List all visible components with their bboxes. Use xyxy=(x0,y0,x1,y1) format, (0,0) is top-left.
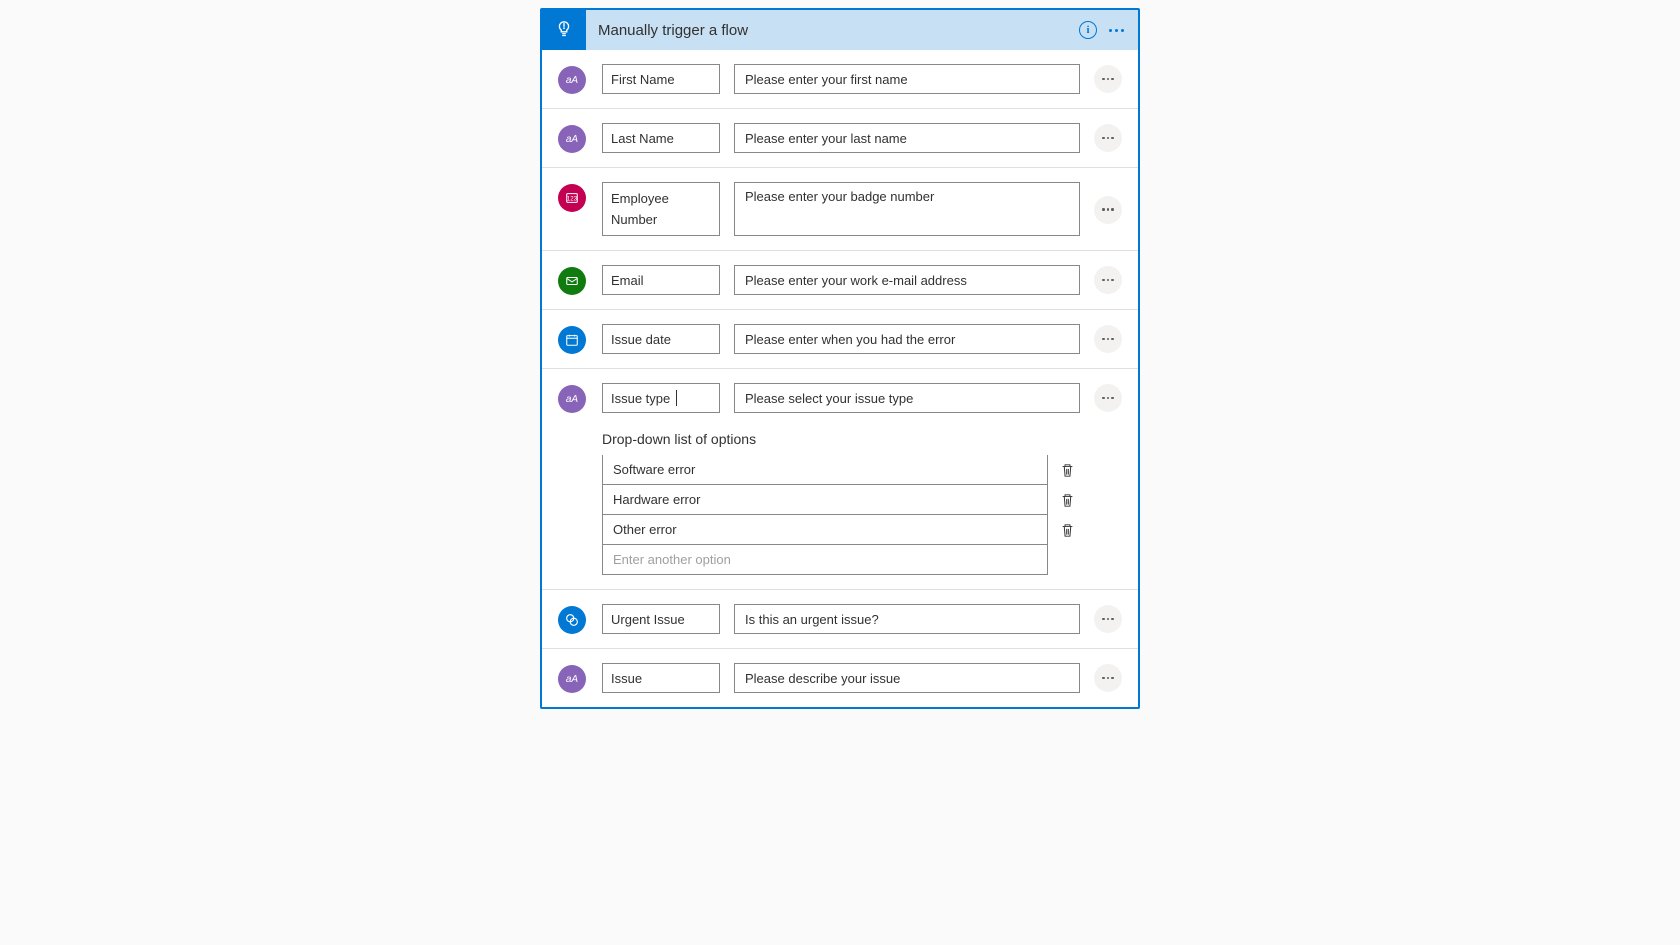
info-icon: i xyxy=(1079,21,1097,39)
trash-icon xyxy=(1061,493,1074,508)
row-more-button[interactable] xyxy=(1094,605,1122,633)
text-cursor xyxy=(676,390,677,406)
dropdown-option-input[interactable]: Hardware error xyxy=(602,485,1048,515)
more-icon xyxy=(1109,29,1124,32)
input-label[interactable]: First Name xyxy=(602,64,720,94)
input-label[interactable]: Issue xyxy=(602,663,720,693)
input-row: Email Please enter your work e-mail addr… xyxy=(542,251,1138,310)
input-description[interactable]: Is this an urgent issue? xyxy=(734,604,1080,634)
dropdown-option-row: Software error xyxy=(602,455,1080,485)
dropdown-option-row-new: Enter another option xyxy=(602,545,1080,575)
text-type-icon: aA xyxy=(558,385,586,413)
row-more-button[interactable] xyxy=(1094,384,1122,412)
row-more-button[interactable] xyxy=(1094,124,1122,152)
trigger-icon xyxy=(542,10,586,50)
row-more-button[interactable] xyxy=(1094,325,1122,353)
input-row: Urgent Issue Is this an urgent issue? xyxy=(542,590,1138,649)
dropdown-section-title: Drop-down list of options xyxy=(602,431,1080,447)
input-description[interactable]: Please enter your badge number xyxy=(734,182,1080,236)
input-description[interactable]: Please enter your first name xyxy=(734,64,1080,94)
text-type-icon: aA xyxy=(558,665,586,693)
input-row: aA Issue type Please select your issue t… xyxy=(542,369,1138,590)
trash-icon xyxy=(1061,463,1074,478)
input-label[interactable]: Last Name xyxy=(602,123,720,153)
card-header[interactable]: Manually trigger a flow i xyxy=(542,10,1138,50)
row-more-button[interactable] xyxy=(1094,664,1122,692)
text-type-icon: aA xyxy=(558,66,586,94)
input-description[interactable]: Please describe your issue xyxy=(734,663,1080,693)
input-label[interactable]: Urgent Issue xyxy=(602,604,720,634)
input-description[interactable]: Please enter your last name xyxy=(734,123,1080,153)
dropdown-option-row: Other error xyxy=(602,515,1080,545)
delete-option-button[interactable] xyxy=(1054,485,1080,515)
input-description[interactable]: Please enter when you had the error xyxy=(734,324,1080,354)
dropdown-option-input[interactable]: Other error xyxy=(602,515,1048,545)
label-text: Issue type xyxy=(611,391,670,406)
input-description[interactable]: Please select your issue type xyxy=(734,383,1080,413)
dropdown-option-row: Hardware error xyxy=(602,485,1080,515)
input-row: aA Last Name Please enter your last name xyxy=(542,109,1138,168)
dropdown-add-option-input[interactable]: Enter another option xyxy=(602,545,1048,575)
input-row: aA First Name Please enter your first na… xyxy=(542,50,1138,109)
dropdown-options-section: Drop-down list of options Software error… xyxy=(602,431,1122,575)
input-label[interactable]: Employee Number xyxy=(602,182,720,236)
card-title: Manually trigger a flow xyxy=(598,22,1074,39)
input-label[interactable]: Email xyxy=(602,265,720,295)
input-row: aA Issue Please describe your issue xyxy=(542,649,1138,707)
row-more-button[interactable] xyxy=(1094,65,1122,93)
input-row: 123 Employee Number Please enter your ba… xyxy=(542,168,1138,251)
trash-icon xyxy=(1061,523,1074,538)
svg-text:123: 123 xyxy=(567,196,578,203)
text-type-icon: aA xyxy=(558,125,586,153)
header-more-button[interactable] xyxy=(1102,16,1130,44)
input-description[interactable]: Please enter your work e-mail address xyxy=(734,265,1080,295)
input-label[interactable]: Issue date xyxy=(602,324,720,354)
input-row: Issue date Please enter when you had the… xyxy=(542,310,1138,369)
email-type-icon xyxy=(558,267,586,295)
row-more-button[interactable] xyxy=(1094,196,1122,224)
delete-option-button[interactable] xyxy=(1054,455,1080,485)
dropdown-option-input[interactable]: Software error xyxy=(602,455,1048,485)
delete-option-button[interactable] xyxy=(1054,515,1080,545)
info-button[interactable]: i xyxy=(1074,16,1102,44)
trigger-card: Manually trigger a flow i aA First Name … xyxy=(540,8,1140,709)
date-type-icon xyxy=(558,326,586,354)
input-label[interactable]: Issue type xyxy=(602,383,720,413)
number-type-icon: 123 xyxy=(558,184,586,212)
yesno-type-icon xyxy=(558,606,586,634)
row-more-button[interactable] xyxy=(1094,266,1122,294)
